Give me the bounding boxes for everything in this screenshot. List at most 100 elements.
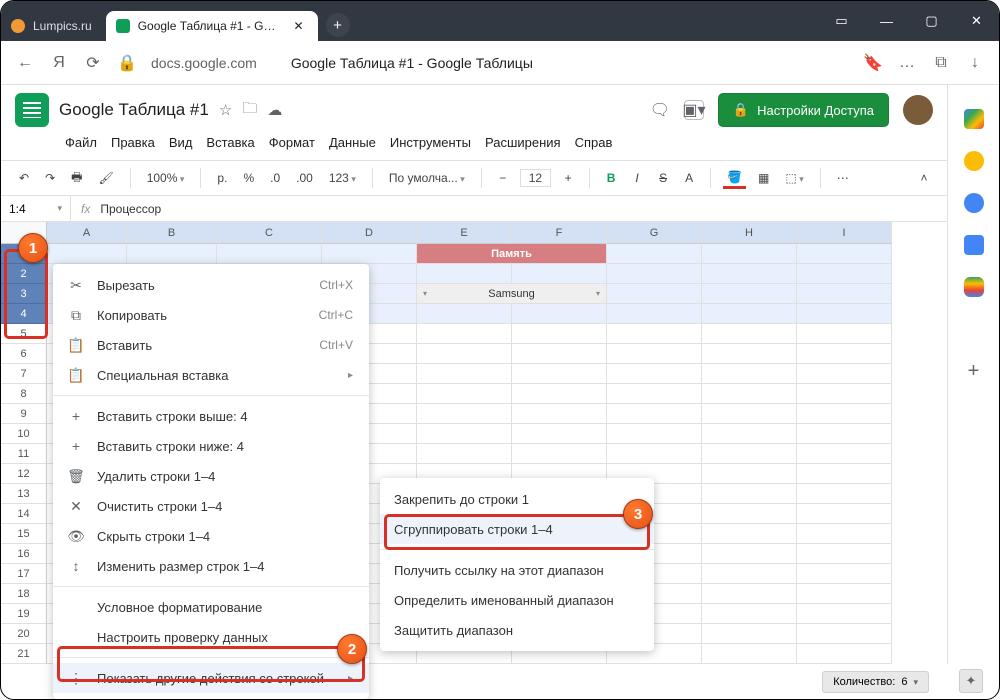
row-header[interactable]: 5 — [1, 324, 47, 344]
share-button[interactable]: 🔒 Настройки Доступа — [718, 93, 889, 127]
keep-icon[interactable] — [964, 151, 984, 171]
ctx-item[interactable]: +Вставить строки ниже: 4 — [53, 431, 369, 461]
cell[interactable] — [797, 644, 892, 664]
calendar-icon[interactable] — [964, 109, 984, 129]
column-header[interactable]: G — [607, 222, 702, 244]
column-header[interactable]: H — [702, 222, 797, 244]
bookmark-icon[interactable]: 🔖 — [863, 53, 883, 73]
font-size-decrease[interactable]: − — [494, 169, 512, 187]
row-header[interactable]: 18 — [1, 584, 47, 604]
cell[interactable] — [797, 244, 892, 264]
paint-format-icon[interactable]: 🖌 — [94, 169, 117, 187]
comments-icon[interactable]: 🗨 — [650, 100, 670, 120]
column-header[interactable]: D — [322, 222, 417, 244]
chevron-down-icon[interactable]: ▾ — [423, 284, 427, 304]
ctx-item[interactable]: Условное форматирование — [53, 592, 369, 622]
collapse-toolbar-icon[interactable]: ˄ — [915, 169, 933, 187]
font-select[interactable]: По умолча... — [385, 169, 469, 187]
cell[interactable] — [417, 264, 512, 284]
menu-Правка[interactable]: Правка — [105, 131, 161, 154]
row-header[interactable]: 12 — [1, 464, 47, 484]
menu-Расширения[interactable]: Расширения — [479, 131, 567, 154]
cell[interactable] — [417, 424, 512, 444]
row-header[interactable]: 10 — [1, 424, 47, 444]
menu-Формат[interactable]: Формат — [263, 131, 321, 154]
ctx-item[interactable]: 📋ВставитьCtrl+V — [53, 330, 369, 360]
ctx-item[interactable]: 📋Специальная вставка▸ — [53, 360, 369, 390]
cell[interactable] — [797, 604, 892, 624]
cell[interactable] — [797, 464, 892, 484]
cell[interactable] — [702, 344, 797, 364]
cell[interactable] — [322, 244, 417, 264]
column-header[interactable]: B — [127, 222, 217, 244]
cell[interactable] — [47, 244, 127, 264]
cell[interactable] — [512, 364, 607, 384]
close-icon[interactable]: ✕ — [293, 19, 303, 33]
cell[interactable] — [702, 584, 797, 604]
ctx-item[interactable]: ⋮Показать другие действия со строкой▸ — [53, 663, 369, 693]
cell[interactable] — [702, 444, 797, 464]
row-header[interactable]: 9 — [1, 404, 47, 424]
cloud-icon[interactable]: ☁ — [267, 101, 282, 119]
cell[interactable] — [417, 344, 512, 364]
column-header[interactable]: A — [47, 222, 127, 244]
cell[interactable] — [702, 504, 797, 524]
row-header[interactable]: 3 — [1, 284, 47, 304]
cell[interactable] — [702, 464, 797, 484]
menu-Файл[interactable]: Файл — [59, 131, 103, 154]
ctx-sub-item[interactable]: Сгруппировать строки 1–4 — [380, 514, 654, 544]
maps-icon[interactable] — [964, 277, 984, 297]
cell[interactable] — [702, 304, 797, 324]
cell[interactable] — [702, 544, 797, 564]
ctx-sub-item[interactable]: Получить ссылку на этот диапазон — [380, 555, 654, 585]
cell[interactable] — [797, 264, 892, 284]
tab-overview-icon[interactable]: ▭ — [819, 1, 864, 41]
decrease-decimals-button[interactable]: .0 — [266, 169, 284, 187]
sheets-logo-icon[interactable] — [15, 93, 49, 127]
row-header[interactable]: 16 — [1, 544, 47, 564]
cell[interactable] — [797, 424, 892, 444]
cell[interactable] — [512, 384, 607, 404]
cell[interactable] — [607, 424, 702, 444]
add-addon-icon[interactable]: + — [964, 361, 984, 381]
italic-button[interactable]: I — [628, 169, 646, 187]
avatar[interactable] — [903, 95, 933, 125]
cell[interactable] — [702, 404, 797, 424]
cell[interactable] — [797, 404, 892, 424]
currency-button[interactable]: р. — [213, 169, 231, 187]
row-header[interactable]: 19 — [1, 604, 47, 624]
row-header[interactable]: 14 — [1, 504, 47, 524]
cell[interactable] — [607, 364, 702, 384]
print-icon[interactable]: 🖶 — [67, 166, 86, 191]
column-header[interactable]: F — [512, 222, 607, 244]
cell[interactable] — [417, 364, 512, 384]
ctx-item[interactable]: 👁Скрыть строки 1–4 — [53, 521, 369, 551]
cell[interactable] — [797, 324, 892, 344]
extensions-icon[interactable]: ⧉ — [931, 53, 951, 73]
cell[interactable] — [607, 264, 702, 284]
menu-Справ[interactable]: Справ — [569, 131, 619, 154]
menu-Вид[interactable]: Вид — [163, 131, 199, 154]
back-icon[interactable]: ← — [15, 53, 35, 73]
merged-sub-cell[interactable]: ▾Samsung▾ — [417, 284, 607, 304]
cell[interactable] — [702, 644, 797, 664]
chevron-down-icon[interactable]: ▾ — [596, 284, 600, 304]
menu-Данные[interactable]: Данные — [323, 131, 382, 154]
increase-decimals-button[interactable]: .00 — [292, 169, 317, 187]
row-header[interactable]: 11 — [1, 444, 47, 464]
row-header[interactable]: 20 — [1, 624, 47, 644]
borders-button[interactable]: ▦ — [754, 169, 773, 187]
row-header[interactable]: 2 — [1, 264, 47, 284]
strike-button[interactable]: S — [654, 169, 672, 187]
cell[interactable] — [607, 304, 702, 324]
explore-icon[interactable]: ✦ — [959, 669, 983, 693]
cell[interactable] — [702, 244, 797, 264]
cell[interactable] — [702, 484, 797, 504]
formula-value[interactable]: Процессор — [100, 202, 161, 216]
cell[interactable] — [702, 324, 797, 344]
number-format-button[interactable]: 123 — [325, 169, 360, 187]
redo-icon[interactable]: ↷ — [41, 169, 59, 187]
download-icon[interactable]: ↓ — [965, 53, 985, 73]
lock-icon[interactable]: 🔒 — [117, 53, 137, 73]
yandex-icon[interactable]: Я — [49, 53, 69, 73]
